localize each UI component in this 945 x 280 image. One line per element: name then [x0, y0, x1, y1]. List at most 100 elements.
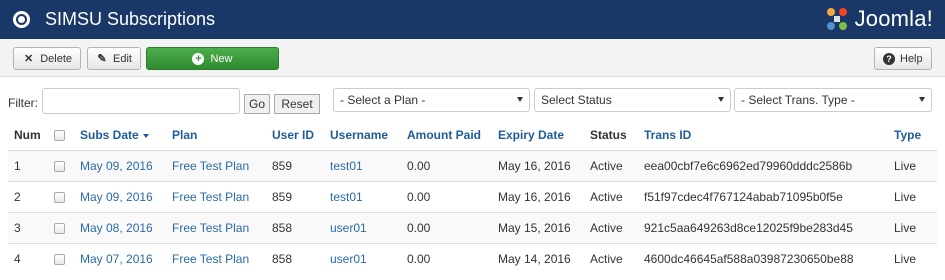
row-plan[interactable]: Free Test Plan	[166, 149, 266, 181]
row-user-id: 858	[266, 242, 324, 274]
trans-type-select[interactable]: - Select Trans. Type -	[734, 88, 932, 112]
col-username[interactable]: Username	[324, 120, 401, 150]
select-all-checkbox[interactable]	[54, 130, 65, 142]
table-row: 3 May 08, 2016 Free Test Plan 858 user01…	[8, 211, 937, 243]
plan-link[interactable]: Free Test Plan	[172, 190, 249, 204]
close-icon: ✕	[23, 53, 34, 65]
row-num: 2	[8, 180, 48, 212]
row-expiry: May 16, 2016	[492, 180, 584, 212]
username-link[interactable]: test01	[330, 159, 363, 173]
table-row: 1 May 09, 2016 Free Test Plan 859 test01…	[8, 149, 937, 181]
col-type[interactable]: Type	[888, 120, 937, 150]
chevron-down-icon	[919, 97, 925, 102]
row-status: Active	[584, 242, 638, 274]
row-amount: 0.00	[401, 149, 492, 181]
question-icon: ?	[883, 52, 895, 65]
joomla-logo-icon	[823, 5, 851, 33]
edit-icon: ✎	[97, 53, 107, 65]
row-subs-date[interactable]: May 09, 2016	[74, 149, 166, 181]
row-status: Active	[584, 180, 638, 212]
table-row: 2 May 09, 2016 Free Test Plan 859 test01…	[8, 180, 937, 212]
plus-icon: +	[192, 52, 205, 65]
col-trans-id[interactable]: Trans ID	[638, 120, 888, 150]
row-trans-id: 921c5aa649263d8ce12025f9be283d45	[638, 211, 888, 243]
username-link[interactable]: test01	[330, 190, 363, 204]
row-checkbox[interactable]	[54, 222, 65, 234]
row-num: 4	[8, 242, 48, 274]
toolbar: ✕ Delete ✎ Edit + New ? Help	[0, 39, 945, 77]
username-link[interactable]: user01	[330, 252, 367, 266]
plan-link[interactable]: Free Test Plan	[172, 221, 249, 235]
row-select[interactable]	[48, 211, 74, 243]
status-select[interactable]: Select Status	[534, 88, 731, 112]
reset-button[interactable]: Reset	[274, 94, 320, 114]
row-plan[interactable]: Free Test Plan	[166, 180, 266, 212]
row-expiry: May 16, 2016	[492, 149, 584, 181]
row-type: Live	[888, 211, 937, 243]
row-checkbox[interactable]	[54, 191, 65, 203]
subs-date-link[interactable]: May 09, 2016	[80, 159, 153, 173]
delete-label: Delete	[40, 52, 72, 65]
col-select-all[interactable]	[48, 120, 74, 150]
subs-date-link[interactable]: May 09, 2016	[80, 190, 153, 204]
row-username[interactable]: test01	[324, 180, 401, 212]
joomla-logo[interactable]: Joomla!	[823, 3, 933, 35]
row-plan[interactable]: Free Test Plan	[166, 211, 266, 243]
col-status: Status	[590, 127, 627, 142]
edit-label: Edit	[113, 52, 132, 65]
new-button[interactable]: + New	[146, 47, 279, 70]
username-link[interactable]: user01	[330, 221, 367, 235]
row-subs-date[interactable]: May 09, 2016	[74, 180, 166, 212]
row-user-id: 858	[266, 211, 324, 243]
row-user-id: 859	[266, 180, 324, 212]
go-button[interactable]: Go	[244, 94, 270, 114]
row-subs-date[interactable]: May 07, 2016	[74, 242, 166, 274]
col-expiry-date[interactable]: Expiry Date	[492, 120, 584, 150]
plan-link[interactable]: Free Test Plan	[172, 252, 249, 266]
row-select[interactable]	[48, 242, 74, 274]
row-amount: 0.00	[401, 211, 492, 243]
row-num: 1	[8, 149, 48, 181]
page-title: SIMSU Subscriptions	[45, 9, 216, 29]
row-amount: 0.00	[401, 242, 492, 274]
delete-button[interactable]: ✕ Delete	[13, 47, 81, 70]
admin-header: SIMSU Subscriptions Joomla!	[0, 0, 945, 39]
edit-button[interactable]: ✎ Edit	[87, 47, 141, 70]
table-row: 4 May 07, 2016 Free Test Plan 858 user01…	[8, 242, 937, 274]
row-expiry: May 15, 2016	[492, 211, 584, 243]
row-select[interactable]	[48, 149, 74, 181]
table-header-row: Num Subs Date Plan User ID Username Amou…	[8, 120, 937, 150]
filter-input[interactable]	[42, 88, 240, 114]
plan-select[interactable]: - Select a Plan -	[333, 88, 530, 112]
row-username[interactable]: user01	[324, 242, 401, 274]
help-label: Help	[900, 52, 923, 65]
target-icon	[13, 11, 30, 28]
col-amount-paid[interactable]: Amount Paid	[401, 120, 492, 150]
row-select[interactable]	[48, 180, 74, 212]
filter-label: Filter:	[8, 96, 38, 110]
trans-type-select-value: - Select Trans. Type -	[741, 93, 855, 107]
col-subs-date[interactable]: Subs Date	[74, 120, 166, 150]
status-select-value: Select Status	[541, 93, 612, 107]
row-plan[interactable]: Free Test Plan	[166, 242, 266, 274]
subscriptions-table: Num Subs Date Plan User ID Username Amou…	[8, 120, 937, 274]
subs-date-link[interactable]: May 07, 2016	[80, 252, 153, 266]
row-type: Live	[888, 149, 937, 181]
plan-link[interactable]: Free Test Plan	[172, 159, 249, 173]
sort-desc-icon	[142, 133, 149, 138]
col-user-id[interactable]: User ID	[266, 120, 324, 150]
row-trans-id: eea00cbf7e6c6962ed79960dddc2586b	[638, 149, 888, 181]
row-username[interactable]: test01	[324, 149, 401, 181]
col-plan[interactable]: Plan	[166, 120, 266, 150]
help-button[interactable]: ? Help	[874, 47, 932, 70]
subs-date-header[interactable]: Subs Date	[80, 128, 139, 142]
row-num: 3	[8, 211, 48, 243]
row-type: Live	[888, 180, 937, 212]
row-subs-date[interactable]: May 08, 2016	[74, 211, 166, 243]
row-checkbox[interactable]	[54, 160, 65, 172]
row-username[interactable]: user01	[324, 211, 401, 243]
joomla-logo-text: Joomla!	[854, 6, 933, 31]
row-amount: 0.00	[401, 180, 492, 212]
row-checkbox[interactable]	[54, 254, 65, 266]
subs-date-link[interactable]: May 08, 2016	[80, 221, 153, 235]
